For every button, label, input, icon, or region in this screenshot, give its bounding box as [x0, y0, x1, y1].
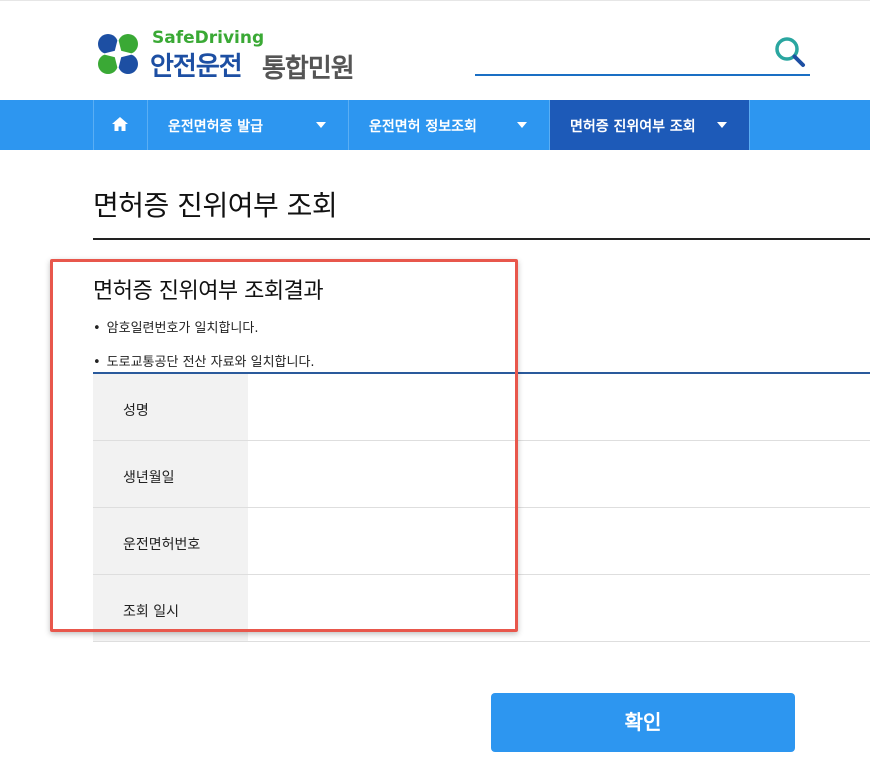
table-row: 생년월일: [93, 441, 870, 508]
result-message: 암호일련번호가 일치합니다.: [93, 317, 259, 336]
nav-label: 운전면허증 발급: [168, 119, 264, 135]
home-icon: [112, 117, 128, 131]
nav-home[interactable]: [93, 100, 147, 150]
query-time-label: 조회 일시: [123, 604, 179, 620]
caret-down-icon: [717, 122, 727, 128]
row-header-cell: 조회 일시: [93, 575, 248, 641]
brand-subtitle: 통합민원: [262, 54, 355, 84]
row-header-cell: 성명: [93, 374, 248, 440]
title-divider: [93, 238, 870, 240]
caret-down-icon: [517, 122, 527, 128]
table-row: 운전면허번호: [93, 508, 870, 575]
main-nav: 운전면허증 발급 운전면허 정보조회 면허증 진위여부 조회: [0, 100, 870, 150]
caret-down-icon: [316, 122, 326, 128]
row-header-cell: 생년월일: [93, 441, 248, 507]
search-icon[interactable]: [772, 34, 808, 70]
confirm-button[interactable]: 확인: [491, 693, 795, 752]
license-number-label: 운전면허번호: [123, 537, 201, 553]
name-label: 성명: [123, 403, 149, 419]
page-title: 면허증 진위여부 조회: [93, 189, 338, 222]
top-divider: [0, 0, 870, 1]
table-row: 조회 일시: [93, 575, 870, 642]
nav-license-info[interactable]: 운전면허 정보조회: [348, 100, 549, 150]
row-header-cell: 운전면허번호: [93, 508, 248, 574]
nav-label: 면허증 진위여부 조회: [570, 119, 696, 135]
section-title: 면허증 진위여부 조회결과: [93, 279, 324, 304]
table-row: 성명: [93, 374, 870, 441]
brand-korean: 안전운전: [150, 52, 243, 82]
nav-label: 운전면허 정보조회: [369, 119, 477, 135]
result-table: 성명 생년월일 운전면허번호 조회 일시: [93, 372, 870, 642]
result-message: 도로교통공단 전산 자료와 일치합니다.: [93, 351, 315, 370]
nav-license-verify[interactable]: 면허증 진위여부 조회: [549, 100, 750, 150]
birthdate-label: 생년월일: [123, 470, 175, 486]
search-bar[interactable]: [475, 30, 810, 76]
nav-license-issue[interactable]: 운전면허증 발급: [147, 100, 348, 150]
clover-logo-icon: [98, 34, 138, 74]
brand-english: SafeDriving: [152, 28, 265, 48]
